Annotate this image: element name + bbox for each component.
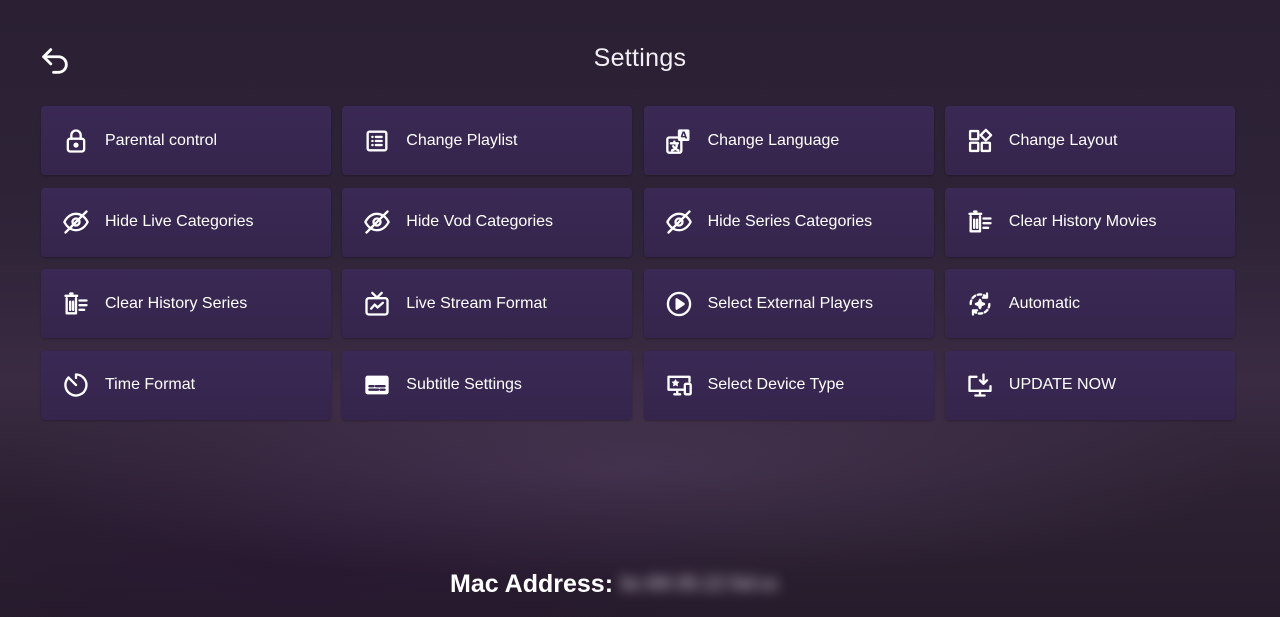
select-external-players-tile[interactable]: Select External Players xyxy=(643,269,934,338)
tile-label: Hide Series Categories xyxy=(707,213,873,230)
tile-label: UPDATE NOW xyxy=(1008,376,1117,393)
change-language-tile[interactable]: A Change Language xyxy=(643,106,934,175)
play-circle-icon xyxy=(664,289,694,319)
eye-off-icon xyxy=(362,207,392,237)
tile-label: Time Format xyxy=(105,376,196,393)
timer-icon xyxy=(61,370,91,400)
tile-label: Select External Players xyxy=(707,294,873,312)
clear-history-icon xyxy=(965,207,995,237)
hide-live-categories-tile[interactable]: Hide Live Categories xyxy=(41,187,331,257)
subtitle-settings-tile[interactable]: Subtitle Settings xyxy=(342,350,633,420)
automatic-tile[interactable]: Automatic xyxy=(944,269,1235,338)
clear-history-icon xyxy=(61,289,91,319)
page-title: Settings xyxy=(593,44,687,72)
tile-label: Clear History Series xyxy=(105,294,248,312)
devices-icon xyxy=(664,370,694,400)
hide-series-categories-tile[interactable]: Hide Series Categories xyxy=(643,187,934,257)
tile-label: Select Device Type xyxy=(707,376,845,393)
time-format-tile[interactable]: Time Format xyxy=(41,350,331,420)
mac-address-value: bc:69:35:22:5d:cc xyxy=(621,573,779,595)
hide-vod-categories-tile[interactable]: Hide Vod Categories xyxy=(342,187,633,257)
eye-off-icon xyxy=(61,207,91,237)
tile-label: Hide Live Categories xyxy=(105,213,254,230)
download-icon xyxy=(965,370,995,400)
lock-icon xyxy=(61,126,91,156)
tile-label: Subtitle Settings xyxy=(406,376,522,393)
select-device-type-tile[interactable]: Select Device Type xyxy=(643,350,934,420)
tile-label: Live Stream Format xyxy=(406,294,547,312)
parental-control-tile[interactable]: Parental control xyxy=(41,106,331,175)
tile-label: Change Language xyxy=(707,131,840,149)
auto-refresh-icon xyxy=(965,289,995,319)
settings-grid: Parental control Change Playlist A Chang… xyxy=(41,106,1235,420)
tile-label: Automatic xyxy=(1008,294,1081,312)
translate-icon: A xyxy=(664,126,694,156)
tile-label: Change Layout xyxy=(1008,131,1118,149)
change-layout-tile[interactable]: Change Layout xyxy=(944,106,1235,175)
live-stream-format-tile[interactable]: Live Stream Format xyxy=(342,269,633,338)
mac-address: Mac Address: bc:69:35:22:5d:cc xyxy=(450,570,779,599)
clear-history-series-tile[interactable]: Clear History Series xyxy=(41,269,331,338)
tv-icon xyxy=(362,289,392,319)
tile-label: Change Playlist xyxy=(406,131,518,149)
tile-label: Parental control xyxy=(105,131,218,149)
clear-history-movies-tile[interactable]: Clear History Movies xyxy=(944,187,1235,257)
tile-label: Clear History Movies xyxy=(1008,213,1157,230)
eye-off-icon xyxy=(664,207,694,237)
list-icon xyxy=(362,126,392,156)
mac-address-label: Mac Address: xyxy=(450,570,614,598)
update-now-tile[interactable]: UPDATE NOW xyxy=(944,350,1235,420)
layout-icon xyxy=(965,126,995,156)
subtitles-icon xyxy=(362,370,392,400)
tile-label: Hide Vod Categories xyxy=(406,213,554,230)
change-playlist-tile[interactable]: Change Playlist xyxy=(342,106,633,175)
